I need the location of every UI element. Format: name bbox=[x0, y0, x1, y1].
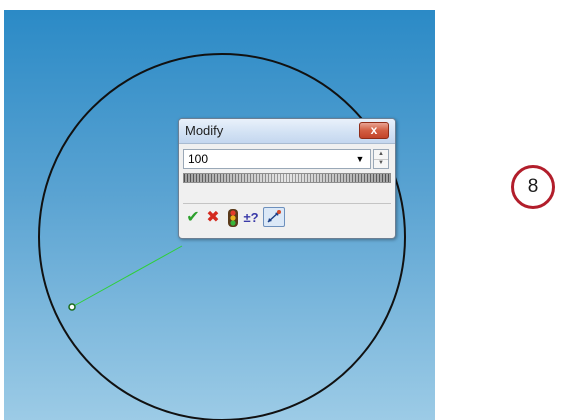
traffic-light-icon[interactable] bbox=[223, 207, 243, 229]
dialog-toolbar: ✔ ✖ ±? bbox=[183, 207, 391, 229]
step-number: 8 bbox=[527, 176, 539, 197]
mark-dimension-icon[interactable] bbox=[263, 207, 285, 227]
x-icon[interactable]: ✖ bbox=[203, 207, 223, 229]
radius-preview-line bbox=[71, 245, 183, 308]
center-point[interactable] bbox=[68, 303, 76, 311]
dialog-titlebar[interactable]: Modify x bbox=[179, 119, 395, 144]
close-icon: x bbox=[370, 123, 378, 137]
value-row: ▼ ▲ ▼ bbox=[183, 149, 391, 169]
value-input[interactable] bbox=[183, 149, 371, 169]
thumbwheel-slider[interactable] bbox=[183, 173, 391, 183]
dropdown-arrow-icon[interactable]: ▼ bbox=[353, 151, 367, 167]
close-button[interactable]: x bbox=[359, 122, 389, 139]
plus-minus-question-icon[interactable]: ±? bbox=[241, 207, 261, 229]
separator bbox=[183, 203, 391, 204]
spin-down-icon[interactable]: ▼ bbox=[374, 159, 388, 168]
modify-dialog[interactable]: Modify x ▼ ▲ ▼ ✔ ✖ ±? bbox=[178, 118, 396, 239]
step-number-badge: 8 bbox=[511, 165, 555, 209]
checkmark-icon[interactable]: ✔ bbox=[183, 207, 203, 229]
value-spinner[interactable]: ▲ ▼ bbox=[373, 149, 389, 169]
dialog-title: Modify bbox=[185, 123, 224, 138]
